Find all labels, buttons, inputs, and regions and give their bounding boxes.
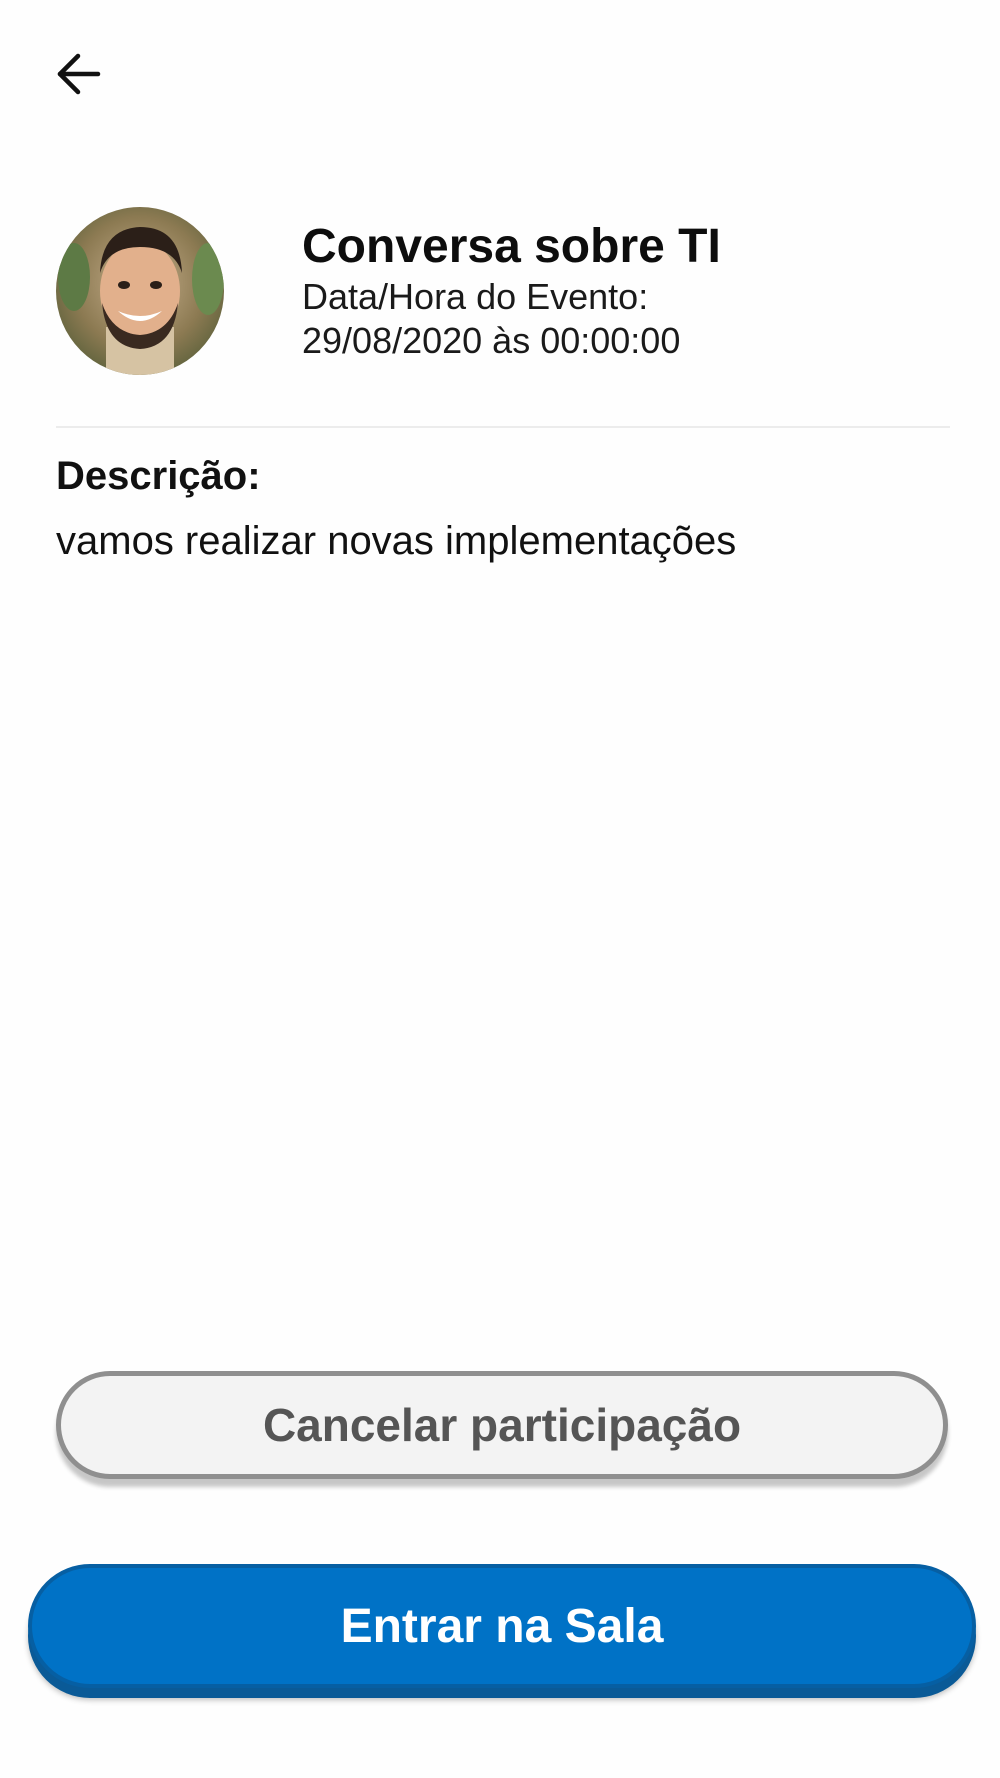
divider — [56, 426, 950, 428]
event-title: Conversa sobre TI — [302, 220, 721, 273]
event-detail-screen: Conversa sobre TI Data/Hora do Evento: 2… — [0, 0, 1000, 1778]
description-heading: Descrição: — [56, 454, 261, 498]
avatar — [56, 207, 224, 375]
description-text: vamos realizar novas implementações — [56, 519, 737, 563]
enter-room-button[interactable]: Entrar na Sala — [28, 1564, 976, 1688]
event-date-value: 29/08/2020 às 00:00:00 — [302, 320, 681, 361]
event-info: Conversa sobre TI Data/Hora do Evento: 2… — [302, 219, 721, 363]
event-header: Conversa sobre TI Data/Hora do Evento: 2… — [56, 207, 721, 375]
arrow-left-icon — [57, 53, 101, 95]
cancel-participation-button[interactable]: Cancelar participação — [56, 1371, 948, 1479]
back-button[interactable] — [48, 44, 108, 104]
event-date-label: Data/Hora do Evento: — [302, 276, 649, 317]
